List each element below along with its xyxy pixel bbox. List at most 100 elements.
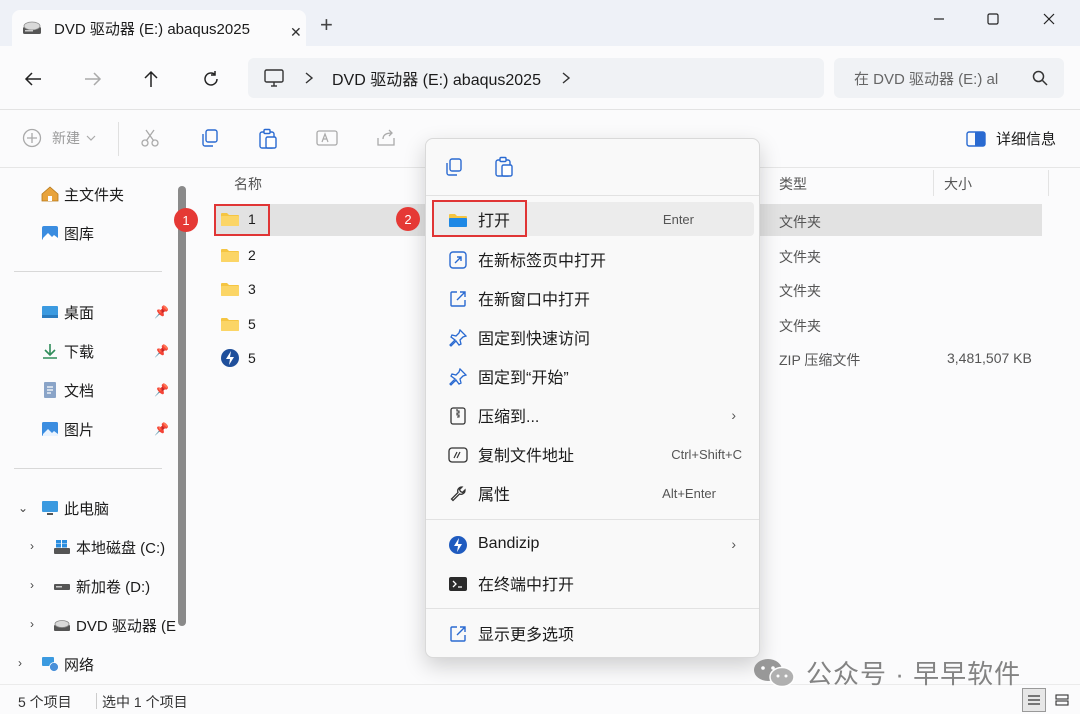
clipboard-icon — [495, 156, 513, 177]
sidebar-item-home[interactable]: 主文件夹 — [40, 183, 124, 205]
back-button[interactable] — [20, 66, 46, 92]
copy-button[interactable] — [440, 153, 468, 181]
watermark: 公众号 · 早早软件 — [752, 654, 1021, 691]
sidebar-item-dvd-drive[interactable]: DVD 驱动器 (E — [52, 614, 176, 636]
details-label: 详细信息 — [995, 131, 1056, 148]
minimize-button[interactable] — [924, 6, 954, 32]
sidebar-label: 网络 — [64, 656, 95, 674]
close-button[interactable] — [1034, 6, 1064, 32]
column-divider[interactable] — [933, 170, 934, 196]
item-count: 5 个项目 — [18, 694, 72, 710]
forward-button[interactable] — [80, 66, 106, 92]
pin-icon — [448, 367, 468, 387]
sidebar-item-documents[interactable]: 文档 — [40, 379, 94, 401]
arrow-up-icon — [144, 70, 158, 87]
clipboard-icon — [259, 128, 277, 149]
pin-icon[interactable]: 📌 — [154, 422, 169, 436]
cut-button[interactable] — [140, 128, 160, 148]
column-header-size[interactable]: 大小 — [944, 174, 972, 194]
pin-icon[interactable]: 📌 — [154, 305, 169, 319]
shortcut-label: Enter — [662, 211, 694, 227]
chevron-right-icon[interactable]: › — [18, 656, 22, 670]
sidebar-item-local-disk[interactable]: 本地磁盘 (C:) — [52, 536, 165, 558]
copy-button[interactable] — [200, 128, 220, 148]
menu-item-show-more[interactable]: 显示更多选项 — [432, 616, 754, 650]
scissors-icon — [141, 129, 159, 147]
sidebar-item-this-pc[interactable]: 此电脑 — [40, 497, 109, 519]
sidebar-divider — [14, 271, 162, 272]
table-row[interactable]: 3 — [220, 278, 256, 300]
copy-icon — [202, 129, 218, 147]
sidebar-item-downloads[interactable]: 下载 — [40, 340, 94, 362]
address-bar: DVD 驱动器 (E:) abaqus2025 在 DVD 驱动器 (E:) a… — [0, 46, 1080, 110]
column-header-type[interactable]: 类型 — [779, 174, 807, 194]
new-button[interactable]: 新建 — [22, 128, 96, 148]
table-row[interactable]: 5 — [220, 313, 256, 335]
paste-button[interactable] — [258, 128, 278, 150]
zip-folder-icon — [448, 406, 468, 426]
show-more-icon — [448, 624, 468, 644]
file-name: 3 — [248, 281, 256, 297]
sidebar-item-pictures[interactable]: 图片 — [40, 418, 94, 440]
menu-item-copy-path[interactable]: 复制文件地址 Ctrl+Shift+C — [432, 437, 754, 471]
menu-label: 固定到快速访问 — [478, 331, 591, 348]
menu-label: 在终端中打开 — [478, 577, 575, 594]
tab-close-icon[interactable]: ✕ — [290, 24, 302, 41]
sidebar-item-gallery[interactable]: 图库 — [40, 222, 94, 244]
menu-item-open-terminal[interactable]: 在终端中打开 — [432, 566, 754, 600]
share-button[interactable] — [376, 128, 398, 148]
scrollbar-thumb[interactable] — [178, 186, 186, 626]
refresh-button[interactable] — [198, 66, 224, 92]
search-input[interactable]: 在 DVD 驱动器 (E:) al — [834, 58, 1064, 98]
tab-active[interactable]: DVD 驱动器 (E:) abaqus2025 ✕ — [12, 10, 306, 46]
copy-path-icon — [448, 445, 468, 465]
bandizip-icon — [448, 535, 468, 555]
annotation-highlight-box — [432, 200, 527, 237]
new-label: 新建 — [52, 130, 80, 146]
copy-icon — [446, 158, 462, 176]
menu-item-bandizip[interactable]: Bandizip › — [432, 527, 754, 561]
pin-icon[interactable]: 📌 — [154, 383, 169, 397]
maximize-button[interactable] — [978, 6, 1008, 32]
address-path[interactable]: DVD 驱动器 (E:) abaqus2025 — [248, 58, 824, 98]
tiles-view-button[interactable] — [1050, 688, 1074, 712]
download-icon — [40, 342, 60, 360]
path-segment[interactable]: DVD 驱动器 (E:) abaqus2025 — [332, 66, 541, 90]
chevron-right-icon[interactable]: › — [30, 539, 34, 553]
details-button[interactable]: 详细信息 — [966, 128, 1056, 149]
chevron-right-icon[interactable]: › — [30, 617, 34, 631]
menu-item-properties[interactable]: 属性 Alt+Enter — [432, 476, 754, 510]
chevron-right-icon: › — [731, 407, 736, 423]
search-placeholder: 在 DVD 驱动器 (E:) al — [854, 70, 999, 88]
menu-item-compress-to[interactable]: 压缩到... › — [432, 398, 754, 432]
file-name: 5 — [248, 316, 256, 332]
menu-label: 复制文件地址 — [478, 448, 575, 465]
paste-button[interactable] — [490, 153, 518, 181]
chevron-right-icon[interactable]: › — [30, 578, 34, 592]
chevron-right-icon[interactable] — [561, 71, 571, 85]
menu-item-pin-start[interactable]: 固定到“开始” — [432, 359, 754, 393]
close-icon — [1043, 13, 1055, 25]
rename-button[interactable] — [316, 128, 338, 148]
chevron-down-icon[interactable]: ⌄ — [18, 501, 28, 515]
table-row[interactable]: 2 — [220, 244, 256, 266]
document-icon — [40, 381, 60, 399]
menu-item-open-new-window[interactable]: 在新窗口中打开 — [432, 281, 754, 315]
table-row[interactable]: 5 — [220, 347, 256, 369]
menu-label: 压缩到... — [478, 409, 540, 426]
menu-item-open-new-tab[interactable]: 在新标签页中打开 — [432, 242, 754, 276]
sidebar-item-network[interactable]: 网络 — [40, 653, 94, 675]
details-view-button[interactable] — [1022, 688, 1046, 712]
search-icon — [1032, 70, 1048, 86]
pictures-icon — [40, 420, 60, 438]
column-header-name[interactable]: 名称 — [234, 174, 262, 194]
new-tab-button[interactable]: + — [320, 14, 333, 36]
sidebar-item-desktop[interactable]: 桌面 — [40, 301, 94, 323]
sidebar-item-new-volume[interactable]: 新加卷 (D:) — [52, 575, 150, 597]
up-button[interactable] — [138, 66, 164, 92]
chevron-right-icon[interactable] — [304, 71, 314, 85]
pin-icon[interactable]: 📌 — [154, 344, 169, 358]
column-divider[interactable] — [1048, 170, 1049, 196]
menu-item-pin-quick-access[interactable]: 固定到快速访问 — [432, 320, 754, 354]
sidebar-divider — [14, 468, 162, 469]
